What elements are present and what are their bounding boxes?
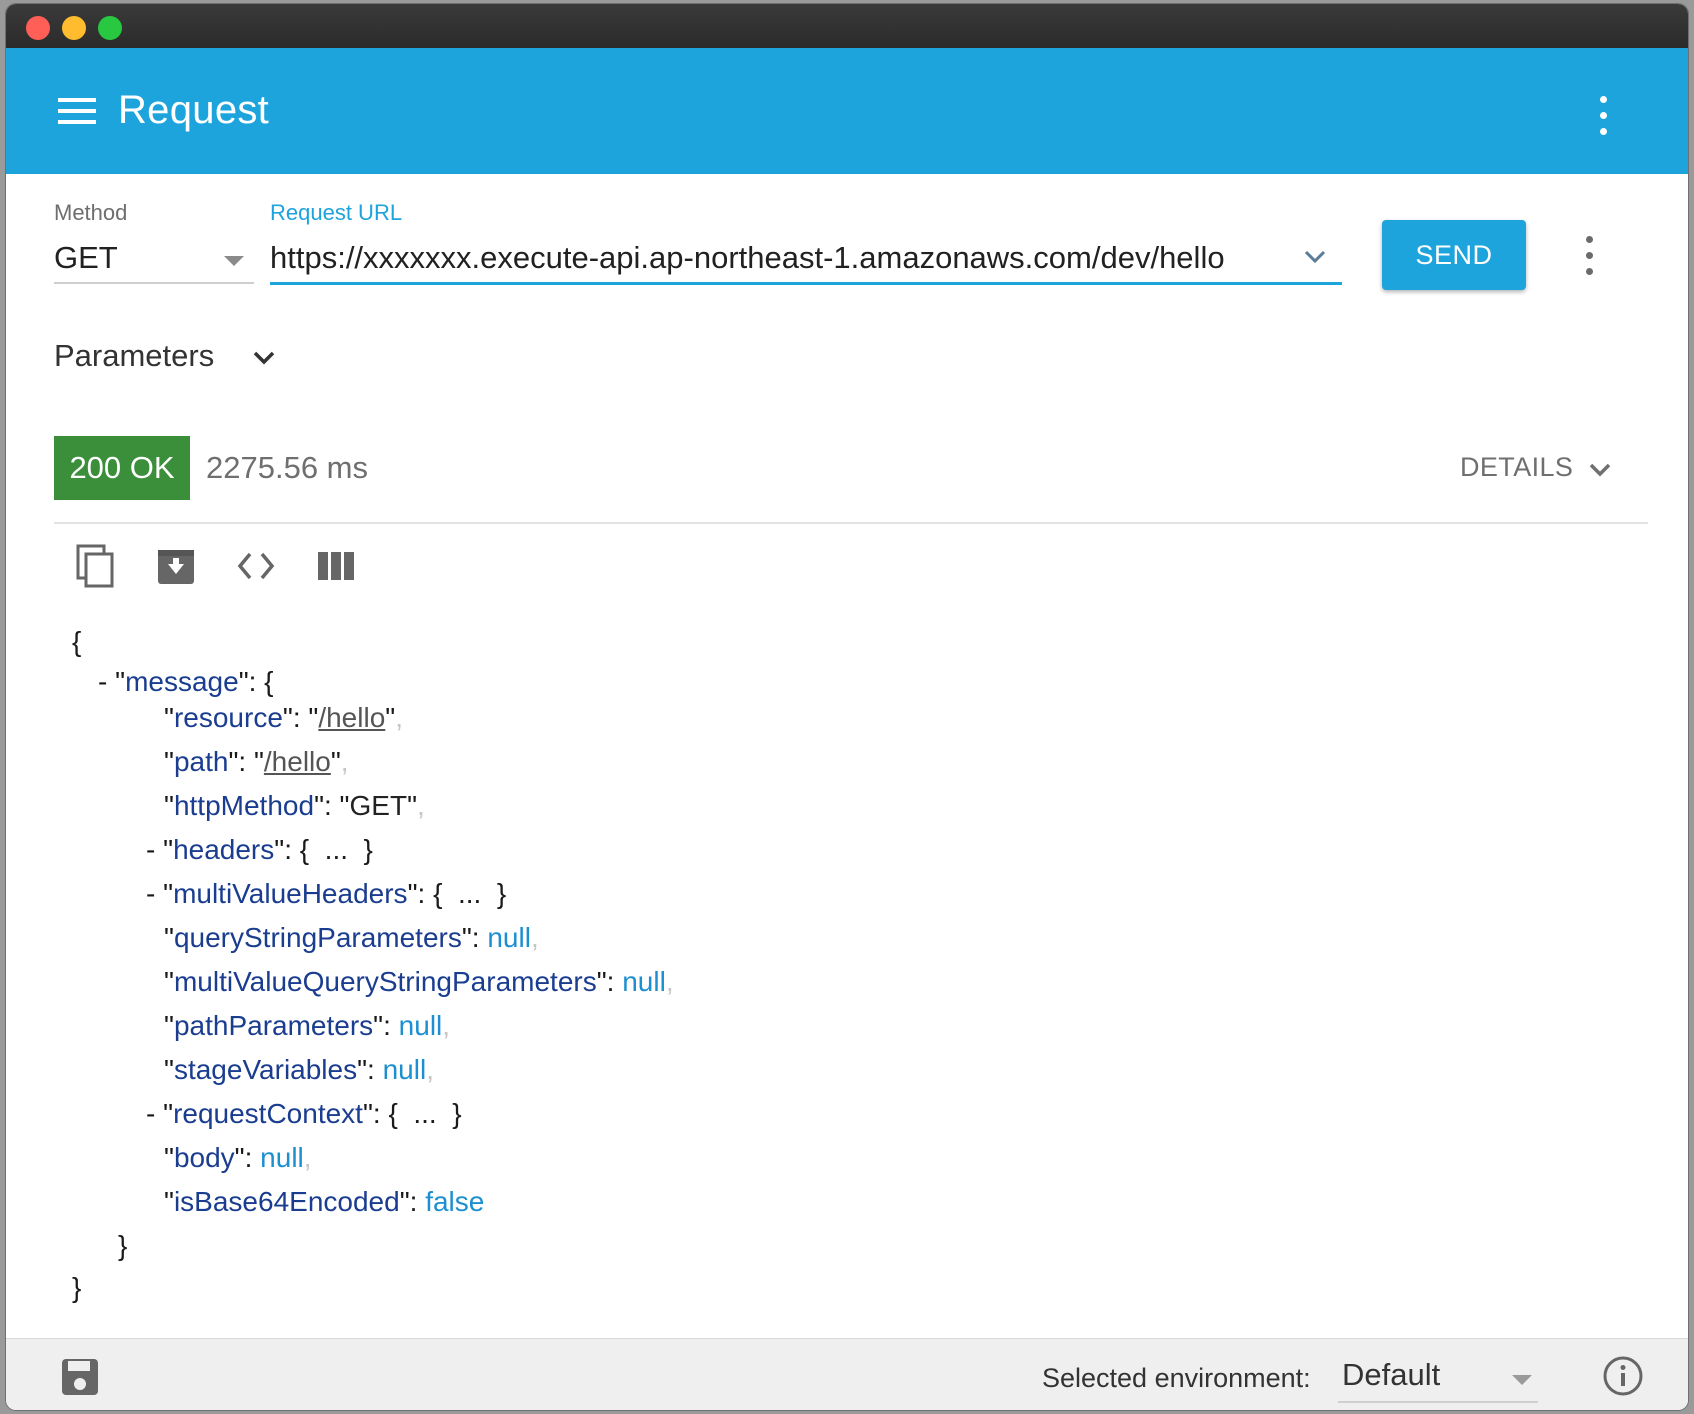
json-line-path: "path": "/hello", [164,746,349,777]
parameters-label: Parameters [54,338,215,373]
json-open-brace: { [72,626,82,657]
json-key: queryStringParameters [173,922,462,953]
request-more-options-icon[interactable] [1582,236,1596,276]
json-line-resource: "resource": "/hello", [164,702,403,733]
json-null-value: null [260,1142,304,1173]
json-line-stagevariables: "stageVariables": null, [164,1054,434,1085]
details-label: DETAILS [1460,452,1574,482]
details-button[interactable]: DETAILS [1460,452,1620,492]
code-view-icon[interactable] [234,544,278,588]
json-key: headers [173,834,275,865]
info-icon[interactable] [1602,1355,1644,1397]
json-key: stageVariables [173,1054,358,1085]
footer-bar: Selected environment: Default [6,1338,1688,1410]
json-line-multivaluequerystringparameters: "multiValueQueryStringParameters": null, [164,966,674,997]
json-link-value[interactable]: /hello [264,746,331,777]
json-line-httpmethod: "httpMethod": "GET", [164,790,425,821]
json-key: resource [173,702,283,733]
parameters-chevron-down-icon [253,351,275,365]
collapse-toggle[interactable]: - [146,1098,163,1129]
json-key: multiValueQueryStringParameters [173,966,597,997]
request-url-label: Request URL [270,200,403,225]
page-title: Request [118,88,270,132]
save-response-icon[interactable] [154,544,198,588]
json-close-outer-brace: } [72,1272,82,1303]
hamburger-menu-icon[interactable] [58,96,96,126]
response-time: 2275.56 ms [206,450,368,485]
request-url-input[interactable] [270,236,1280,280]
json-line-multivalueheaders: - "multiValueHeaders": { ... } [146,878,507,909]
json-null-value: null [398,1010,443,1041]
app-window: Request Method Request URL GET SEND Para… [6,4,1688,1410]
environment-dropdown-arrow-icon [1512,1375,1532,1385]
json-key: path [173,746,229,777]
json-line-pathparameters: "pathParameters": null, [164,1010,451,1041]
method-dropdown-arrow-icon [224,256,244,266]
collapse-toggle[interactable]: - [146,878,163,909]
json-collapsed-object[interactable]: { ... } [300,834,373,865]
json-null-value: null [487,922,531,953]
copy-icon[interactable] [74,544,118,588]
response-divider [54,522,1648,524]
url-history-chevron-down-icon[interactable] [1302,244,1328,270]
columns-view-icon[interactable] [314,544,358,588]
maximize-window-button[interactable] [98,16,122,40]
json-link-value[interactable]: /hello [318,702,385,733]
minimize-window-button[interactable] [62,16,86,40]
json-string-value: GET [349,790,408,821]
app-bar: Request [6,48,1688,174]
json-key: body [173,1142,235,1173]
json-collapsed-object[interactable]: { ... } [433,878,506,909]
parameters-toggle[interactable]: Parameters [54,338,275,378]
json-key: message [125,666,239,697]
environment-label: Selected environment: [1042,1363,1311,1393]
close-window-button[interactable] [26,16,50,40]
json-line-querystringparameters: "queryStringParameters": null, [164,922,539,953]
request-url-field [270,236,1342,285]
json-key: multiValueHeaders [173,878,408,909]
json-boolean-value: false [425,1186,485,1217]
json-key: httpMethod [173,790,315,821]
json-line-isbase64encoded: "isBase64Encoded": false [164,1186,485,1217]
json-collapsed-object[interactable]: { ... } [388,1098,461,1129]
environment-select[interactable]: Default [1338,1353,1538,1403]
send-button[interactable]: SEND [1382,220,1526,290]
method-label: Method [54,200,128,225]
save-request-icon[interactable] [58,1355,102,1399]
environment-value: Default [1342,1357,1441,1392]
json-key: pathParameters [173,1010,374,1041]
collapse-toggle[interactable]: - [146,834,163,865]
collapse-toggle[interactable]: - [98,666,115,697]
json-close-inner-brace: } [118,1230,128,1261]
app-more-options-icon[interactable] [1596,96,1610,136]
method-value: GET [54,240,118,275]
details-chevron-down-icon [1589,463,1611,477]
json-line-requestcontext: - "requestContext": { ... } [146,1098,462,1129]
status-badge: 200 OK [54,436,190,500]
json-key: isBase64Encoded [173,1186,400,1217]
json-null-value: null [382,1054,427,1085]
window-titlebar [6,4,1688,48]
json-line-body: "body": null, [164,1142,312,1173]
method-select[interactable]: GET [54,236,254,284]
json-line-headers: - "headers": { ... } [146,834,373,865]
json-null-value: null [622,966,666,997]
json-key: requestContext [173,1098,363,1129]
